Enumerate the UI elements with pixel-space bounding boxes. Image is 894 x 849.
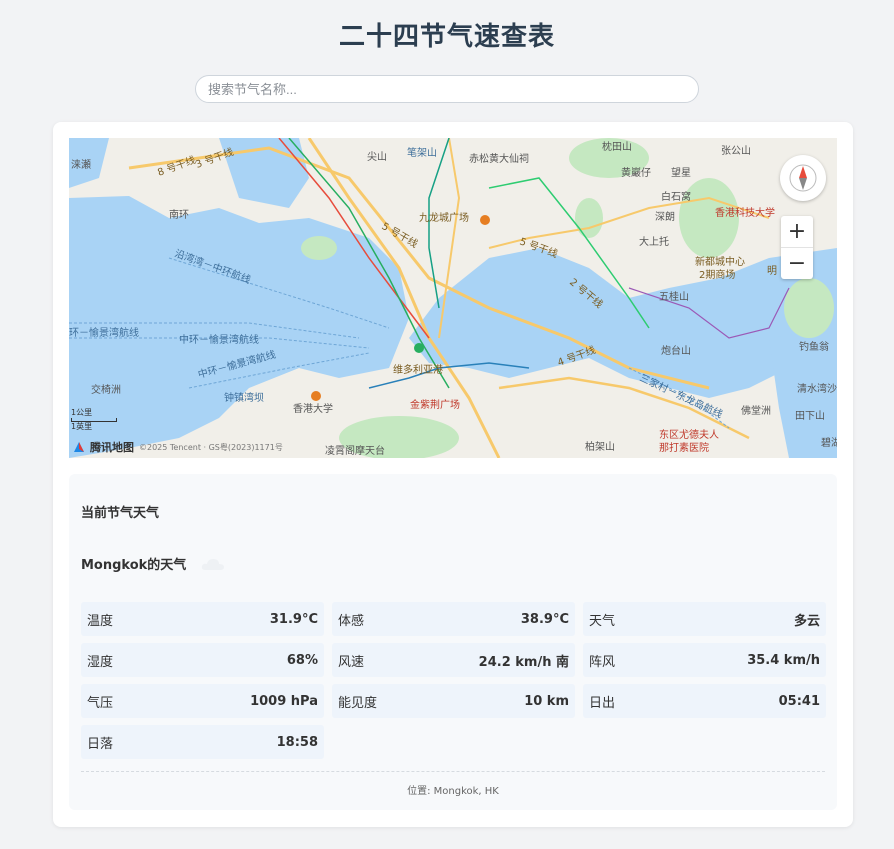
map-label: 东区尤德夫人	[659, 428, 719, 441]
map-label: 维多利亚港	[393, 363, 443, 376]
map-copyright: ©2025 Tencent · GS粤(2023)1171号	[139, 442, 283, 452]
weather-label: 阵风	[589, 654, 616, 670]
map-label: 柏架山	[585, 440, 615, 453]
weather-label: 温度	[87, 613, 114, 629]
cloud-icon	[202, 558, 225, 570]
map-label: 枕田山	[602, 140, 632, 153]
weather-item-temperature: 温度 31.9°C	[81, 602, 324, 636]
scale-label-km: 1公里	[71, 408, 93, 417]
map-label: 涞瀬	[71, 159, 91, 171]
map-label: 新都城中心	[695, 255, 745, 268]
location-title: Mongkok的天气	[81, 558, 187, 573]
map-label: 那打素医院	[659, 441, 709, 454]
map-label: 大上托	[639, 235, 669, 248]
weather-value: 18:58	[276, 734, 318, 750]
weather-heading: 当前节气天气	[81, 506, 160, 521]
weather-value: 05:41	[778, 693, 820, 709]
map-label: 钓鱼翁	[799, 340, 829, 353]
weather-item-sunrise: 日出 05:41	[583, 684, 826, 718]
map-label: 五桂山	[659, 290, 689, 303]
map-view[interactable]: 涞瀬 南环 交椅洲 尖山 笔架山 赤松黄大仙祠 九龙城广场 枕田山 张公山 黄巖…	[69, 138, 837, 458]
map-label: 张公山	[721, 145, 751, 157]
map-label: 笔架山	[407, 146, 437, 159]
weather-item-sunset: 日落 18:58	[81, 725, 324, 759]
weather-panel: 当前节气天气 Mongkok的天气 温度 31.9°C 体感 38.9°C 天气…	[69, 474, 837, 810]
weather-value: 10 km	[524, 693, 569, 709]
main-card: 涞瀬 南环 交椅洲 尖山 笔架山 赤松黄大仙祠 九龙城广场 枕田山 张公山 黄巖…	[53, 122, 853, 827]
search-bar	[0, 75, 894, 103]
weather-label: 风速	[338, 654, 365, 670]
map-canvas[interactable]: 涞瀬 南环 交椅洲 尖山 笔架山 赤松黄大仙祠 九龙城广场 枕田山 张公山 黄巖…	[69, 138, 837, 458]
map-label: 碧湖湾	[821, 436, 837, 449]
map-label: 2期商场	[699, 268, 735, 281]
compass-button[interactable]	[780, 155, 826, 201]
weather-value: 31.9°C	[269, 611, 318, 627]
weather-value: 24.2 km/h 南	[478, 654, 569, 670]
map-label: 南环	[169, 208, 189, 221]
zoom-in-button[interactable]: +	[781, 216, 813, 247]
map-label: 香港科技大学	[715, 206, 775, 219]
map-label: 佛堂洲	[741, 404, 771, 417]
weather-value: 68%	[286, 652, 318, 668]
weather-label: 能见度	[338, 695, 378, 711]
weather-location-footer: 位置: Mongkok, HK	[407, 786, 499, 797]
search-input[interactable]	[195, 75, 699, 103]
weather-grid: 温度 31.9°C 体感 38.9°C 天气 多云 湿度 68% 风速 24.2…	[81, 602, 826, 759]
map-label: 黄巖仔	[621, 166, 651, 179]
page-title: 二十四节气速查表	[338, 22, 555, 52]
map-label: 明	[767, 265, 777, 277]
map-label: 中环－愉景湾航线	[179, 333, 259, 346]
map-label: 深朗	[655, 211, 675, 223]
zoom-control: + −	[781, 216, 813, 279]
map-label: 香港大学	[293, 402, 333, 415]
map-label: 钟镇湾坝	[224, 391, 264, 404]
weather-item-pressure: 气压 1009 hPa	[81, 684, 324, 718]
weather-item-wind-speed: 风速 24.2 km/h 南	[332, 643, 575, 677]
weather-label: 体感	[338, 613, 365, 629]
map-label: 交椅洲	[91, 383, 121, 396]
weather-location: Mongkok的天气	[81, 554, 226, 573]
weather-label: 湿度	[87, 654, 114, 670]
map-label: 白石窝	[661, 190, 691, 203]
map-label: 田下山	[795, 410, 825, 422]
map-label: 环－愉景湾航线	[69, 326, 139, 339]
weather-value: 35.4 km/h	[747, 652, 820, 668]
map-label: 望星	[671, 166, 691, 179]
map-label: 凌霄阁摩天台	[325, 444, 385, 457]
map-attribution: 腾讯地图 ©2025 Tencent · GS粤(2023)1171号	[73, 439, 283, 455]
weather-label: 日出	[589, 695, 616, 711]
weather-label: 气压	[87, 695, 114, 711]
weather-item-condition: 天气 多云	[583, 602, 826, 636]
map-label: 赤松黄大仙祠	[469, 152, 529, 165]
map-label: 九龙城广场	[419, 211, 469, 224]
map-label: 金紫荆广场	[410, 398, 460, 411]
map-label: 炮台山	[661, 344, 691, 357]
weather-item-visibility: 能见度 10 km	[332, 684, 575, 718]
weather-item-gust: 阵风 35.4 km/h	[583, 643, 826, 677]
map-brand-name: 腾讯地图	[90, 441, 134, 454]
map-scale: 1公里 1英里	[71, 408, 117, 432]
zoom-out-button[interactable]: −	[781, 247, 813, 279]
weather-item-feels-like: 体感 38.9°C	[332, 602, 575, 636]
map-label: 清水湾沙	[797, 382, 837, 395]
compass-icon	[789, 164, 817, 192]
weather-value: 1009 hPa	[250, 693, 318, 709]
weather-value: 38.9°C	[520, 611, 569, 627]
tencent-map-logo-icon	[74, 442, 84, 452]
weather-divider	[81, 771, 825, 772]
weather-label: 日落	[87, 736, 114, 752]
weather-label: 天气	[589, 613, 616, 629]
scale-label-mile: 1英里	[71, 422, 93, 431]
weather-item-humidity: 湿度 68%	[81, 643, 324, 677]
map-label: 尖山	[367, 150, 387, 163]
weather-value: 多云	[793, 613, 820, 629]
